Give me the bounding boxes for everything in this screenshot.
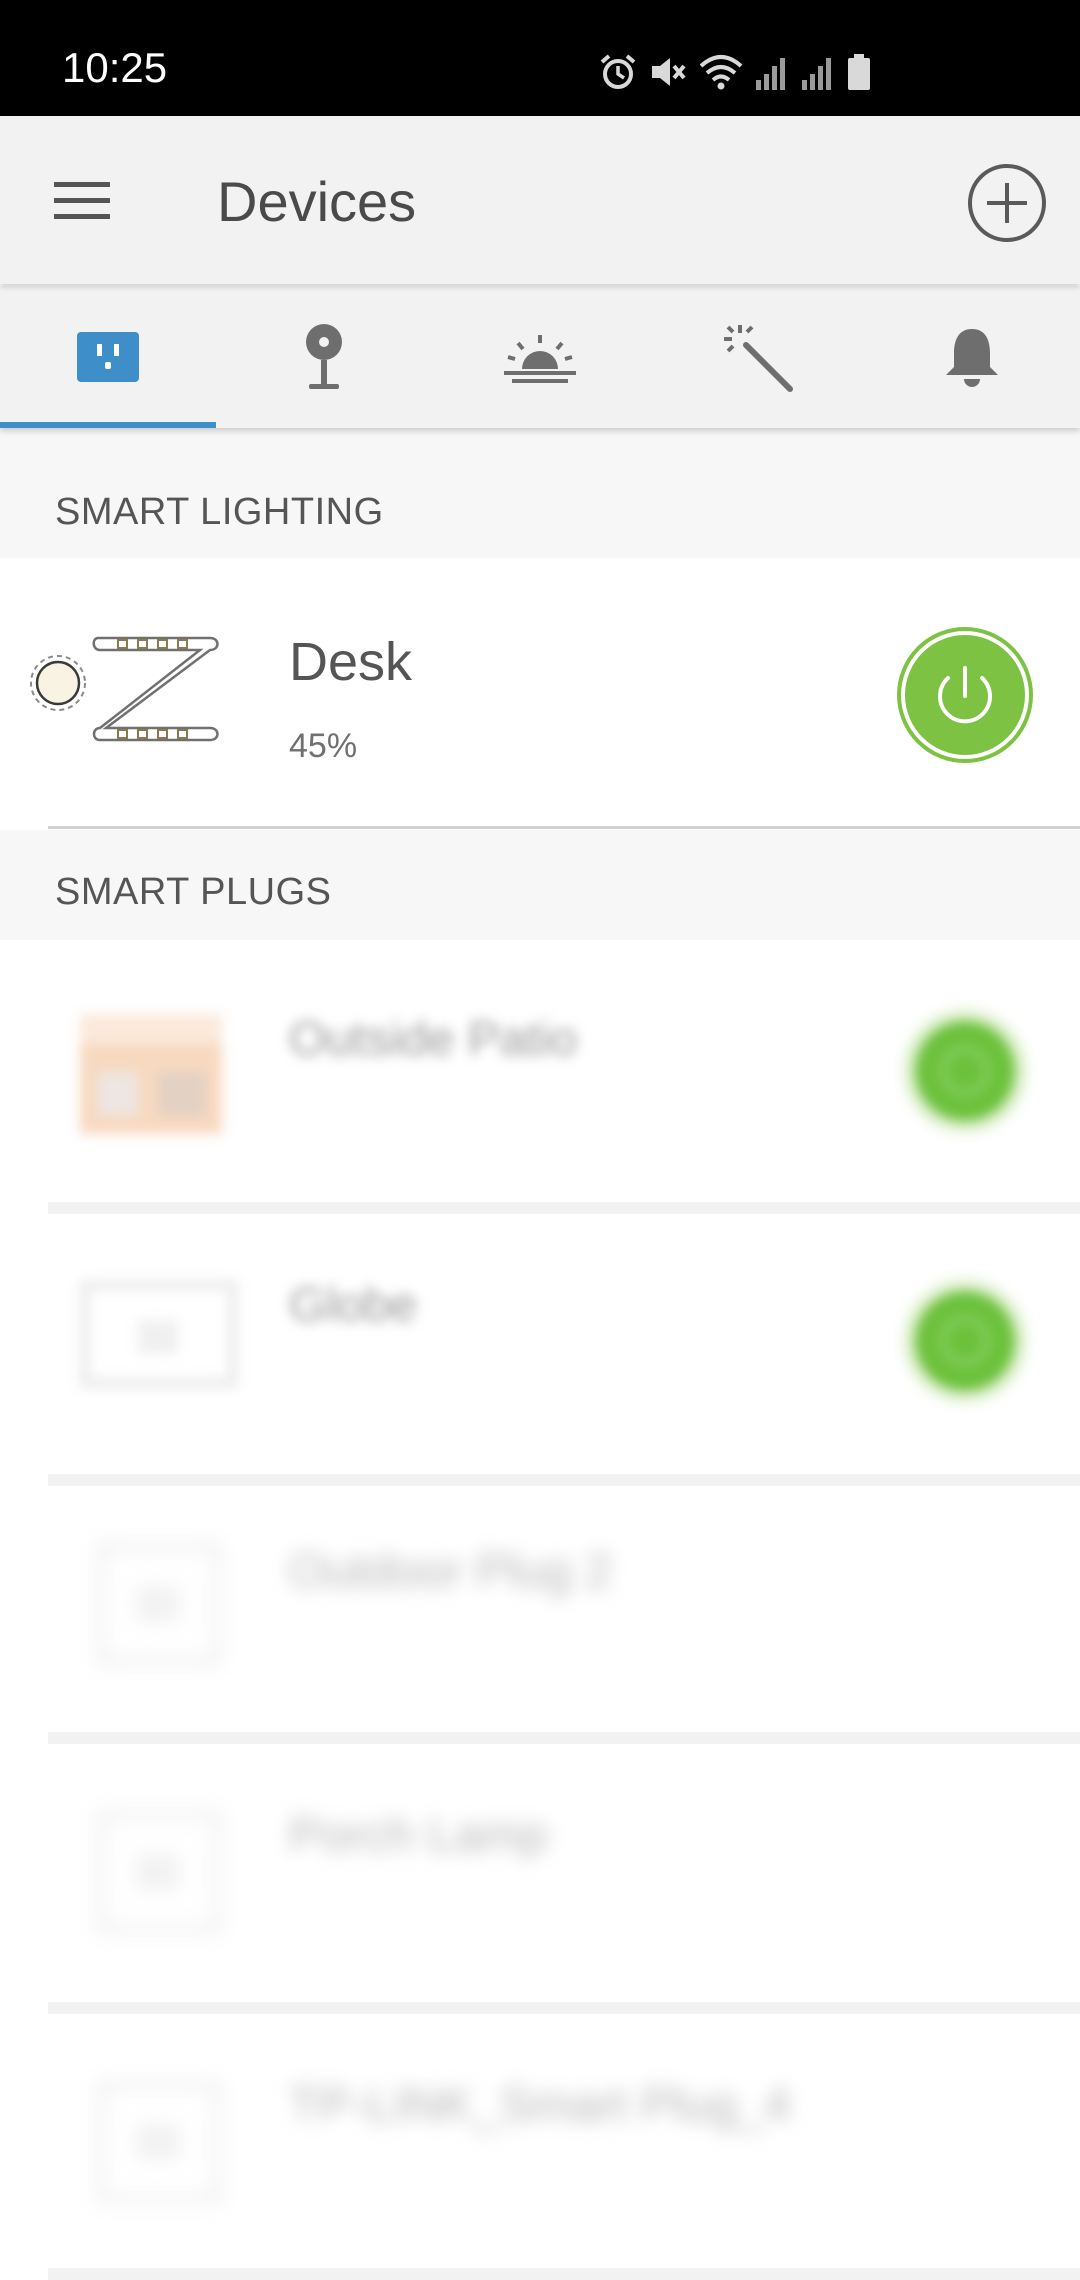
light-strip-icon — [30, 636, 219, 742]
row-divider — [48, 1732, 1080, 1744]
row-divider — [48, 1474, 1080, 1486]
wifi-icon — [699, 55, 743, 90]
outlet-device-icon — [96, 2080, 222, 2204]
plug-icon — [77, 332, 139, 382]
outlet-device-icon — [96, 1542, 222, 1666]
tab-bar — [0, 286, 1080, 428]
device-name: Globe — [289, 1279, 418, 1332]
signal-icon — [756, 58, 785, 90]
row-divider — [48, 2268, 1080, 2280]
alarm-icon — [600, 54, 636, 89]
app-bar: Devices — [0, 116, 1080, 284]
device-row-desk[interactable]: Desk 45% — [0, 564, 1080, 828]
outlet-device-icon — [80, 1280, 238, 1388]
hamburger-menu-icon[interactable] — [50, 176, 120, 226]
device-name: Porch Lamp — [289, 1809, 548, 1862]
magic-wand-icon — [724, 325, 793, 392]
section-smart-lighting: SMART LIGHTING — [0, 428, 1080, 558]
device-row-plug[interactable]: Outside Patio — [0, 946, 1080, 1202]
tab-notifications[interactable] — [864, 286, 1080, 428]
power-toggle-button[interactable] — [896, 626, 1034, 764]
device-row-plug[interactable]: TP-LINK_Smart Plug_4 — [0, 2014, 1080, 2274]
battery-icon — [848, 54, 870, 90]
device-row-plug[interactable]: Globe — [0, 1214, 1080, 1474]
mute-icon — [652, 58, 686, 86]
tab-devices[interactable] — [0, 286, 216, 428]
device-name: Desk — [289, 632, 413, 692]
status-bar: 10:25 — [0, 0, 1080, 116]
tab-selected-indicator — [0, 422, 216, 428]
row-divider — [48, 1202, 1080, 1214]
section-label: SMART PLUGS — [55, 871, 332, 913]
plug-device-icon — [80, 1014, 222, 1134]
section-smart-plugs: SMART PLUGS — [0, 830, 1080, 940]
outlet-device-icon — [96, 1810, 222, 1934]
section-label: SMART LIGHTING — [55, 491, 384, 533]
sunrise-icon — [504, 335, 576, 383]
tab-scenes[interactable] — [648, 286, 864, 428]
tab-routines[interactable] — [432, 286, 648, 428]
row-divider — [48, 2002, 1080, 2014]
bell-icon — [946, 329, 998, 387]
camera-icon — [306, 324, 342, 389]
device-name: TP-LINK_Smart Plug_4 — [289, 2079, 791, 2132]
signal-icon — [802, 58, 831, 90]
status-icons — [598, 50, 872, 94]
status-time: 10:25 — [62, 44, 168, 91]
device-row-plug[interactable]: Porch Lamp — [0, 1744, 1080, 2002]
device-name: Outdoor Plug 2 — [289, 1545, 612, 1598]
add-device-button[interactable] — [966, 162, 1048, 244]
power-toggle-button[interactable] — [900, 1276, 1030, 1406]
row-divider — [48, 826, 1080, 829]
page-title: Devices — [217, 170, 417, 233]
device-brightness: 45% — [289, 727, 358, 765]
device-row-plug[interactable]: Outdoor Plug 2 — [0, 1486, 1080, 1732]
power-toggle-button[interactable] — [900, 1006, 1030, 1136]
device-name: Outside Patio — [289, 1013, 578, 1066]
tab-cameras[interactable] — [216, 286, 432, 428]
